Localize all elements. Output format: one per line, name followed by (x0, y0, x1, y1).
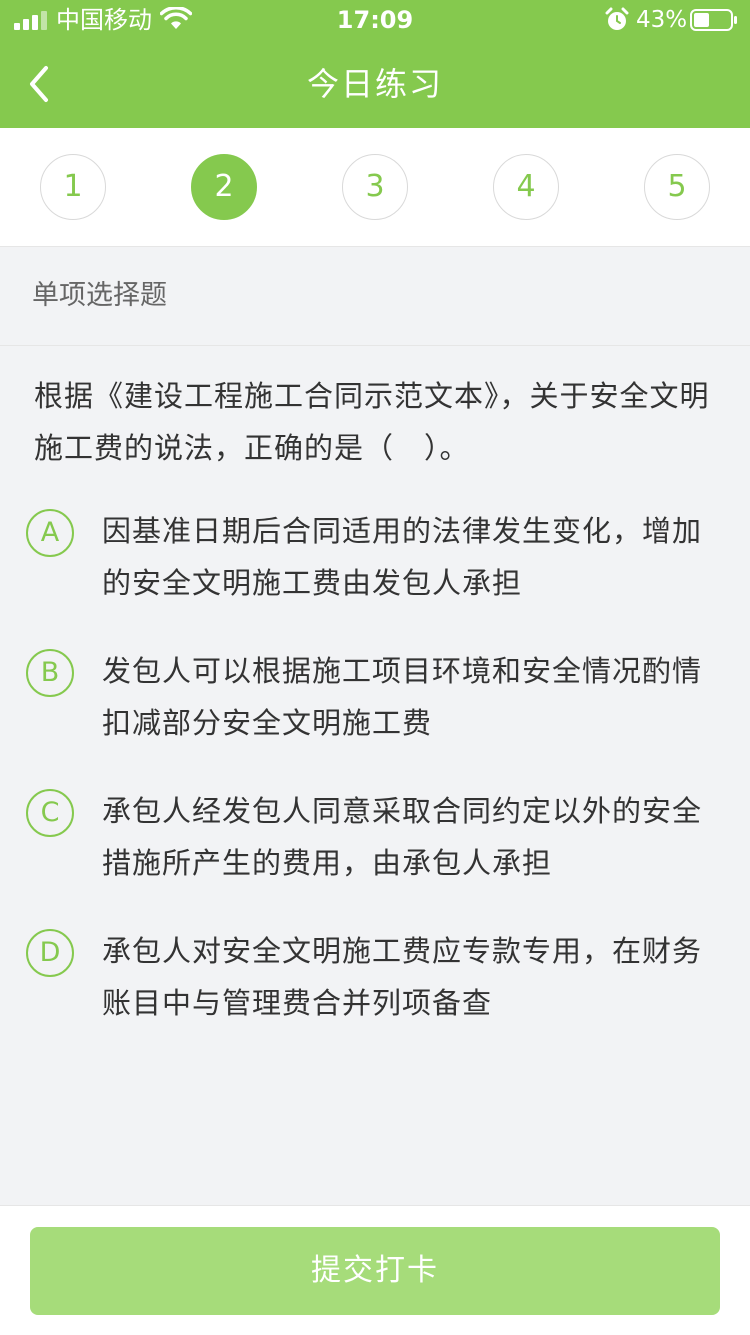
battery-percent: 43% (636, 7, 688, 33)
option-text[interactable]: 承包人经发包人同意采取合同约定以外的安全措施所产生的费用，由承包人承担 (102, 785, 702, 889)
section-header: 单项选择题 (0, 247, 750, 346)
question-number-1[interactable]: 1 (40, 154, 106, 220)
question-number-4[interactable]: 4 (493, 154, 559, 220)
question-number-5[interactable]: 5 (644, 154, 710, 220)
app-header: 中国移动 17:09 43% 今日练习 (0, 0, 750, 128)
question-number-3[interactable]: 3 (342, 154, 408, 220)
option-text[interactable]: 发包人可以根据施工项目环境和安全情况酌情扣减部分安全文明施工费 (102, 645, 702, 749)
option-text[interactable]: 因基准日期后合同适用的法律发生变化，增加的安全文明施工费由发包人承担 (102, 505, 702, 609)
alarm-clock-icon (605, 7, 629, 30)
battery-icon (690, 9, 737, 31)
option-letter-circle[interactable]: B (26, 649, 74, 697)
question-number-2[interactable]: 2 (191, 154, 257, 220)
status-bar: 中国移动 17:09 43% (0, 0, 750, 40)
bottom-bar: 提交打卡 (0, 1205, 750, 1335)
option-letter-circle[interactable]: D (26, 929, 74, 977)
option-letter-circle[interactable]: A (26, 509, 74, 557)
submit-checkin-button[interactable]: 提交打卡 (30, 1227, 720, 1315)
page-title: 今日练习 (306, 65, 443, 103)
question-type-label: 单项选择题 (32, 280, 167, 311)
option-text[interactable]: 承包人对安全文明施工费应专款专用，在财务账目中与管理费合并列项备查 (102, 925, 702, 1029)
question-stem: 根据《建设工程施工合同示范文本》，关于安全文明施工费的说法，正确的是（ ）。 (34, 379, 710, 465)
option-letter-circle[interactable]: C (26, 789, 74, 837)
question-number-strip: 1 2 3 4 5 (0, 128, 750, 247)
